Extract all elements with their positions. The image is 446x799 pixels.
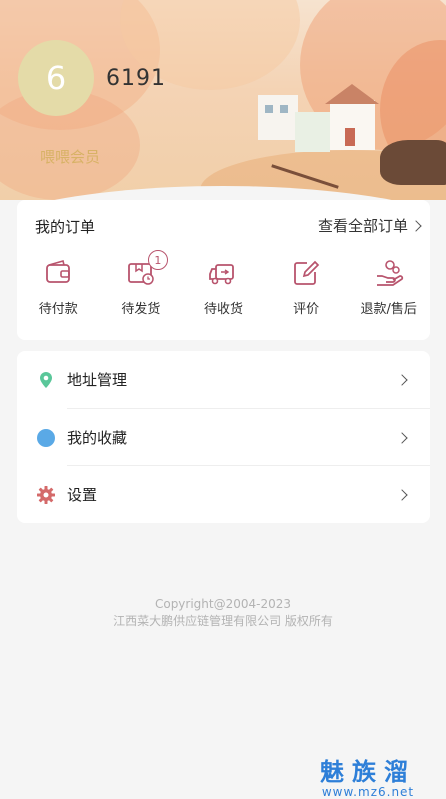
settings-menu-card: 地址管理 我的收藏 设置 <box>17 351 430 523</box>
footer: Copyright@2004-2023 江西菜大鹏供应链管理有限公司 版权所有 <box>0 596 446 630</box>
order-status-unpaid[interactable]: 待付款 <box>17 258 100 317</box>
order-status-review[interactable]: 评价 <box>265 258 348 317</box>
order-status-label: 待发货 <box>121 302 161 317</box>
order-status-to-ship[interactable]: 1 待发货 <box>100 250 183 317</box>
chevron-right-icon <box>410 219 422 232</box>
menu-item-label: 设置 <box>67 486 98 504</box>
menu-item-address[interactable]: 地址管理 <box>17 351 430 408</box>
favorite-dot-icon <box>37 428 55 447</box>
order-status-label: 待付款 <box>38 302 78 317</box>
header-roof <box>325 84 379 104</box>
package-clock-icon: 1 <box>126 250 168 288</box>
chevron-right-icon <box>396 431 408 444</box>
order-status-refund[interactable]: 退款/售后 <box>347 258 430 317</box>
avatar[interactable]: 6 <box>18 40 94 116</box>
order-status-label: 评价 <box>293 302 320 317</box>
username: 6191 <box>106 66 166 91</box>
menu-item-label: 我的收藏 <box>67 429 128 447</box>
watermark: 魅族溜 www.mz6.net <box>303 752 433 799</box>
menu-item-label: 地址管理 <box>67 371 128 389</box>
menu-item-settings[interactable]: 设置 <box>17 466 430 523</box>
house-window <box>265 105 273 113</box>
watermark-title: 魅族溜 <box>320 758 416 786</box>
chevron-right-icon <box>396 373 408 386</box>
header-house <box>258 95 298 140</box>
order-status-to-receive[interactable]: 待收货 <box>182 258 265 317</box>
profile-header: 6 6191 喂喂会员 <box>0 0 446 200</box>
gear-icon <box>37 485 55 504</box>
header-door <box>345 128 355 146</box>
chevron-right-icon <box>396 488 408 501</box>
order-count-badge: 1 <box>147 250 168 270</box>
refund-hand-icon <box>376 260 403 286</box>
watermark-url: www.mz6.net <box>321 785 415 799</box>
view-all-orders-label: 查看全部订单 <box>317 217 408 235</box>
member-label: 喂喂会员 <box>40 148 101 166</box>
header-animal <box>380 140 446 185</box>
copyright-text: Copyright@2004-2023 <box>154 597 292 611</box>
order-status-label: 待收货 <box>203 302 243 317</box>
orders-title: 我的订单 <box>35 218 96 236</box>
menu-item-favorites[interactable]: 我的收藏 <box>17 409 430 466</box>
delivery-truck-icon <box>209 264 235 285</box>
order-status-list: 待付款 1 待发货 待收货 评价 退款/售后 <box>17 250 430 317</box>
order-status-label: 退款/售后 <box>360 302 417 317</box>
view-all-orders-link[interactable]: 查看全部订单 <box>317 215 422 236</box>
header-house <box>295 112 330 152</box>
orders-card: 我的订单 查看全部订单 待付款 1 待发货 待收货 评价 退款/售后 <box>17 200 430 340</box>
edit-review-icon <box>294 260 320 285</box>
location-pin-icon <box>40 371 52 388</box>
house-window <box>280 105 288 113</box>
company-text: 江西菜大鹏供应链管理有限公司 版权所有 <box>113 614 333 628</box>
wallet-icon <box>46 260 71 283</box>
